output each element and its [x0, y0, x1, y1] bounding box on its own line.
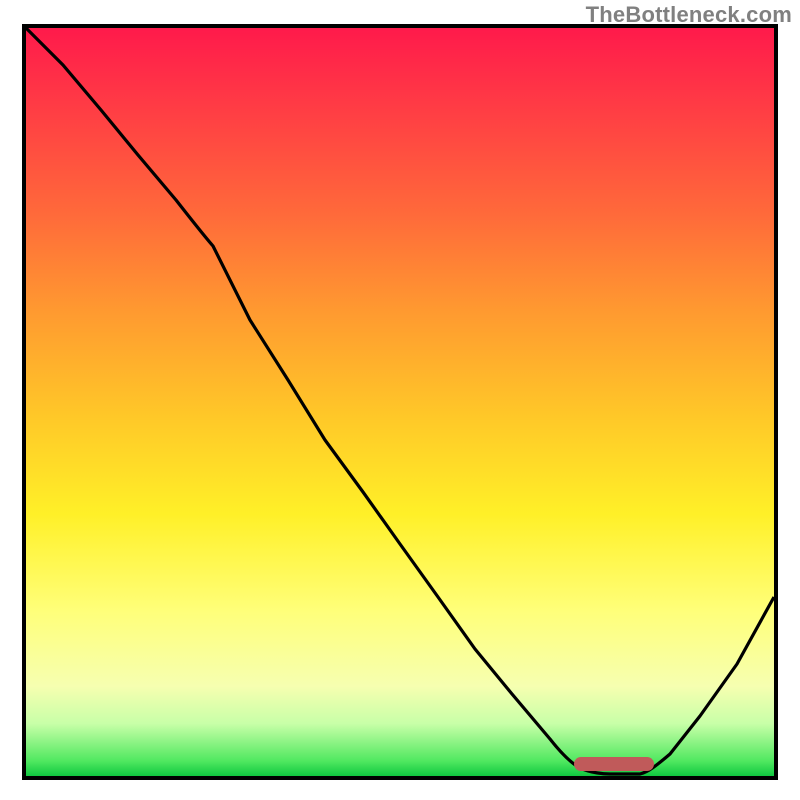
bottleneck-curve	[26, 28, 774, 776]
watermark-label: TheBottleneck.com	[586, 2, 792, 28]
valley-marker	[574, 757, 654, 771]
curve-path	[26, 28, 774, 774]
plot-area	[22, 24, 778, 780]
chart-container: TheBottleneck.com	[0, 0, 800, 800]
